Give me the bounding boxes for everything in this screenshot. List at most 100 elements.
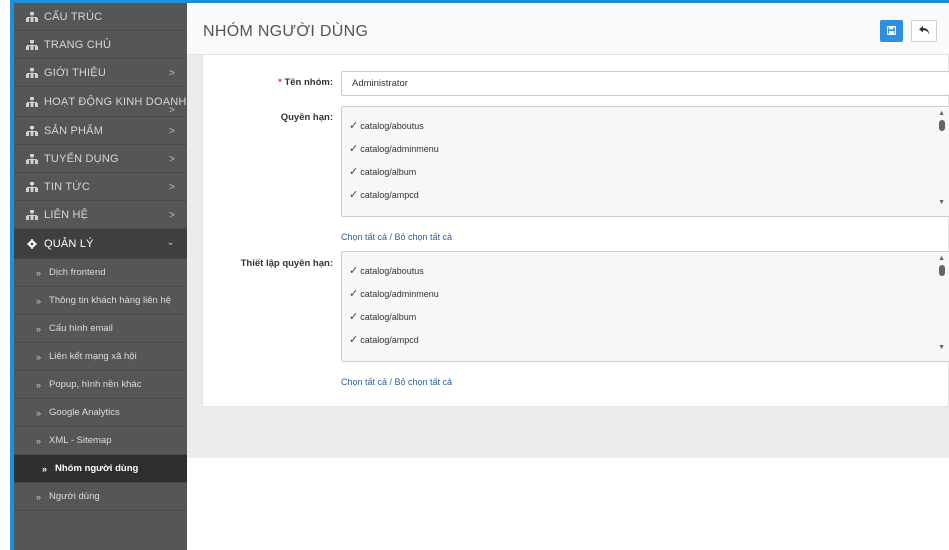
- list-item[interactable]: ✓ catalog/album: [349, 311, 416, 323]
- list-item[interactable]: ✓ catalog/aboutus: [349, 265, 424, 277]
- sub-item-label: Thông tin khách hàng liên hệ: [49, 295, 172, 306]
- scrollbar[interactable]: ▲ ▼: [935, 252, 949, 361]
- sitemap-icon: [26, 96, 38, 107]
- checkmark-icon: ✓: [349, 334, 359, 346]
- double-chevron-icon: »: [36, 295, 42, 306]
- app-window: CẤU TRÚC TRANG CHỦ GIỚI THIỆU > HOẠT ĐỘN…: [0, 0, 949, 550]
- chevron-right-icon: >: [168, 105, 175, 116]
- sidebar-item-cau-truc[interactable]: CẤU TRÚC: [14, 3, 187, 31]
- checkmark-icon: ✓: [349, 189, 359, 201]
- double-chevron-icon: »: [36, 267, 42, 278]
- sidebar-item-label: SẢN PHẨM: [44, 124, 104, 137]
- sub-item-nhom-nguoi-dung[interactable]: » Nhóm người dùng: [14, 455, 187, 483]
- scroll-thumb[interactable]: [939, 120, 945, 131]
- sidebar-item-label: LIÊN HỆ: [44, 208, 89, 221]
- settings-label: Thiết lập quyền hạn:: [240, 258, 333, 269]
- permissions-select-all-link[interactable]: Chọn tất cả / Bỏ chọn tất cả: [341, 232, 452, 242]
- main-content: NHÓM NGƯỜI DÙNG * Tên nhóm: Quyền hạn:: [187, 3, 949, 550]
- page-header: NHÓM NGƯỜI DÙNG: [187, 3, 949, 55]
- page-title: NHÓM NGƯỜI DÙNG: [203, 23, 369, 40]
- scroll-up-icon[interactable]: ▲: [938, 110, 945, 117]
- sub-item-dich-frontend[interactable]: » Dịch frontend: [14, 259, 187, 287]
- double-chevron-icon: »: [36, 435, 42, 446]
- sub-item-label: Liên kết mạng xã hội: [49, 351, 137, 362]
- sub-item-popup[interactable]: » Popup, hình nền khác: [14, 371, 187, 399]
- sidebar-item-quan-ly[interactable]: QUẢN LÝ ⌄: [14, 229, 187, 259]
- sub-item-label: XML - Sitemap: [49, 435, 112, 446]
- double-chevron-icon: »: [36, 407, 42, 418]
- sub-item-label: Popup, hình nền khác: [49, 379, 142, 390]
- group-name-input[interactable]: [341, 71, 949, 96]
- settings-listbox[interactable]: ✓ catalog/aboutus ✓ catalog/adminmenu ✓ cat…: [341, 251, 949, 362]
- left-edge: [0, 0, 14, 550]
- sidebar-item-label: QUẢN LÝ: [44, 237, 94, 250]
- chevron-down-icon: ⌄: [166, 237, 175, 248]
- list-item[interactable]: ✓ catalog/ampcd: [349, 189, 419, 201]
- sidebar-item-label: TUYỂN DỤNG: [44, 152, 119, 165]
- list-item[interactable]: ✓ catalog/adminmenu: [349, 143, 439, 155]
- chevron-right-icon: >: [168, 68, 175, 79]
- group-name-label: * Tên nhóm:: [278, 77, 333, 88]
- content-area: * Tên nhóm: Quyền hạn: ✓catalog/aboutus …: [187, 55, 949, 458]
- double-chevron-icon: »: [36, 379, 42, 390]
- back-button[interactable]: [911, 20, 937, 42]
- save-icon: [886, 22, 897, 40]
- save-button[interactable]: [880, 20, 903, 42]
- sub-item-label: Nhóm người dùng: [55, 463, 139, 474]
- sub-item-google-analytics[interactable]: » Google Analytics: [14, 399, 187, 427]
- sidebar-item-label: CẤU TRÚC: [44, 10, 103, 23]
- sub-item-xml-sitemap[interactable]: » XML - Sitemap: [14, 427, 187, 455]
- sidebar-item-tuyen-dung[interactable]: TUYỂN DỤNG >: [14, 145, 187, 173]
- list-item[interactable]: ✓ catalog/adminmenu: [349, 288, 439, 300]
- checkmark-icon: ✓: [349, 120, 359, 132]
- permissions-listbox[interactable]: ✓ catalog/aboutus ✓ catalog/adminmenu ✓ cat…: [341, 106, 949, 217]
- checkmark-icon: ✓: [349, 265, 359, 277]
- sidebar: CẤU TRÚC TRANG CHỦ GIỚI THIỆU > HOẠT ĐỘN…: [14, 3, 187, 550]
- list-item[interactable]: ✓ catalog/aboutus: [349, 120, 424, 132]
- sitemap-icon: [26, 209, 38, 220]
- sub-item-lien-ket-mang-xa-hoi[interactable]: » Liên kết mạng xã hội: [14, 343, 187, 371]
- scroll-up-icon[interactable]: ▲: [938, 255, 945, 262]
- scroll-thumb[interactable]: [939, 265, 945, 276]
- sitemap-icon: [26, 181, 38, 192]
- sub-item-cau-hinh-email[interactable]: » Cấu hình email: [14, 315, 187, 343]
- sitemap-icon: [26, 39, 38, 50]
- sidebar-item-hoat-dong-kinh-doanh[interactable]: HOẠT ĐỘNG KINH DOANH >: [14, 87, 187, 117]
- required-marker: *: [278, 77, 282, 88]
- list-item[interactable]: ✓ catalog/album: [349, 166, 416, 178]
- sidebar-item-tin-tuc[interactable]: TIN TỨC >: [14, 173, 187, 201]
- double-chevron-icon: »: [36, 491, 42, 502]
- sidebar-item-trang-chu[interactable]: TRANG CHỦ: [14, 31, 187, 59]
- sidebar-item-lien-he[interactable]: LIÊN HỆ >: [14, 201, 187, 229]
- sub-item-nguoi-dung[interactable]: » Người dùng: [14, 483, 187, 511]
- permissions-label: Quyền hạn:: [280, 112, 333, 123]
- scroll-down-icon[interactable]: ▼: [938, 199, 945, 206]
- gear-icon: [26, 238, 38, 249]
- scrollbar[interactable]: ▲ ▼: [935, 107, 949, 216]
- sub-item-label: Cấu hình email: [49, 323, 113, 334]
- checkmark-icon: ✓: [349, 166, 359, 178]
- scroll-down-icon[interactable]: ▼: [938, 344, 945, 351]
- sidebar-item-san-pham[interactable]: SẢN PHẨM >: [14, 117, 187, 145]
- form-panel: * Tên nhóm: Quyền hạn: ✓catalog/aboutus …: [202, 55, 949, 407]
- double-chevron-icon: »: [42, 463, 48, 474]
- sidebar-item-label: GIỚI THIỆU: [44, 66, 106, 79]
- sub-item-thong-tin-khach-hang[interactable]: » Thông tin khách hàng liên hệ: [14, 287, 187, 315]
- chevron-right-icon: >: [168, 182, 175, 193]
- sitemap-icon: [26, 153, 38, 164]
- sitemap-icon: [26, 67, 38, 78]
- sidebar-item-label: HOẠT ĐỘNG KINH DOANH: [44, 95, 187, 108]
- list-item[interactable]: ✓ catalog/ampcd: [349, 334, 419, 346]
- checkmark-icon: ✓: [349, 311, 359, 323]
- checkmark-icon: ✓: [349, 143, 359, 155]
- back-arrow-icon: [918, 22, 930, 40]
- checkmark-icon: ✓: [349, 288, 359, 300]
- chevron-right-icon: >: [168, 126, 175, 137]
- chevron-right-icon: >: [168, 210, 175, 221]
- double-chevron-icon: »: [36, 351, 42, 362]
- settings-select-all-link[interactable]: Chọn tất cả / Bỏ chọn tất cả: [341, 377, 452, 387]
- sub-item-label: Google Analytics: [49, 407, 120, 418]
- sidebar-item-label: TIN TỨC: [44, 180, 91, 193]
- double-chevron-icon: »: [36, 323, 42, 334]
- sidebar-item-gioi-thieu[interactable]: GIỚI THIỆU >: [14, 59, 187, 87]
